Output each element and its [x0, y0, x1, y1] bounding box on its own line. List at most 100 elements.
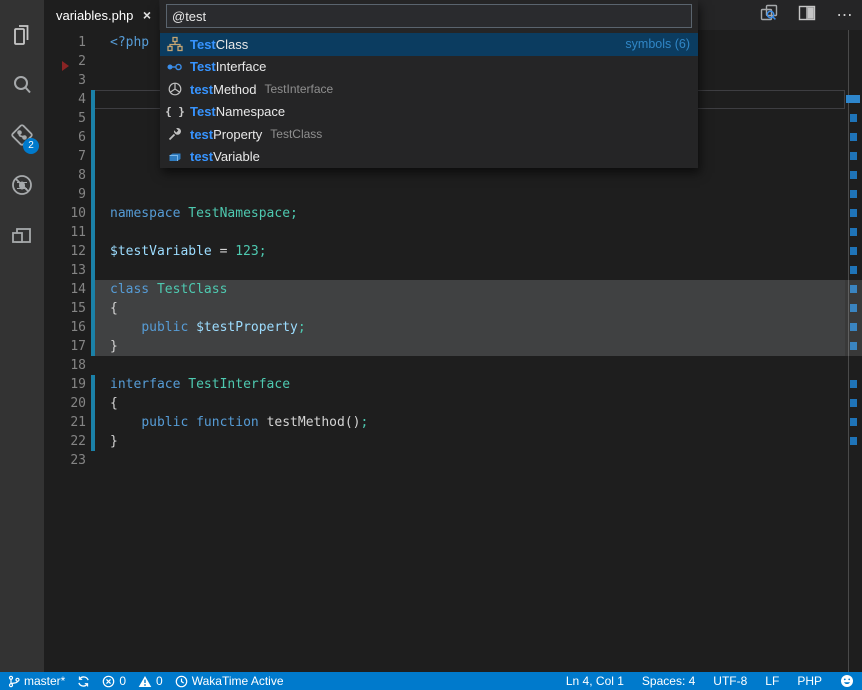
code-line[interactable]: 9	[44, 185, 862, 204]
sidebar-item-search[interactable]	[0, 60, 44, 110]
code-line[interactable]: 23	[44, 451, 862, 470]
line-number[interactable]: 17	[44, 337, 86, 356]
code-line[interactable]: 16 public $testProperty;	[44, 318, 862, 337]
overview-ruler[interactable]	[845, 30, 862, 672]
line-number[interactable]: 2	[44, 52, 86, 71]
ruler-modified-mark	[850, 228, 857, 236]
line-number[interactable]: 18	[44, 356, 86, 375]
split-editor-button[interactable]	[796, 4, 818, 26]
code-line[interactable]: 13	[44, 261, 862, 280]
quick-open-item-testvariable[interactable]: testVariable	[160, 146, 698, 169]
quick-open-item-testclass[interactable]: TestClasssymbols (6)	[160, 33, 698, 56]
open-preview-button[interactable]	[758, 4, 780, 26]
line-number[interactable]: 1	[44, 33, 86, 52]
git-modified-indicator	[91, 356, 95, 375]
wakatime-item[interactable]: WakaTime Active	[175, 674, 284, 688]
code-line[interactable]: 8	[44, 166, 862, 185]
line-number[interactable]: 7	[44, 147, 86, 166]
quick-open-item-testinterface[interactable]: TestInterface	[160, 56, 698, 79]
sync-button[interactable]	[77, 675, 90, 688]
code-line[interactable]: 22}	[44, 432, 862, 451]
git-modified-indicator	[91, 90, 95, 109]
sidebar-item-explorer[interactable]	[0, 10, 44, 60]
close-icon[interactable]: ×	[143, 7, 151, 23]
ruler-modified-mark	[850, 266, 857, 274]
code-line[interactable]: 11	[44, 223, 862, 242]
code-text: public function testMethod();	[110, 413, 368, 432]
symbol-method-icon	[167, 81, 183, 97]
symbol-class-icon	[167, 36, 183, 52]
eol-item[interactable]: LF	[765, 674, 779, 688]
line-number[interactable]: 16	[44, 318, 86, 337]
language-mode-item[interactable]: PHP	[797, 674, 822, 688]
tab-variables-php[interactable]: variables.php ×	[44, 0, 159, 30]
split-editor-icon	[797, 3, 817, 28]
line-number[interactable]: 4	[44, 90, 86, 109]
line-number[interactable]: 20	[44, 394, 86, 413]
git-modified-indicator	[91, 337, 95, 356]
git-modified-indicator	[91, 242, 95, 261]
symbol-description: TestClass	[270, 127, 322, 141]
ruler-modified-mark	[850, 152, 857, 160]
feedback-smiley-button[interactable]	[840, 674, 854, 688]
line-number[interactable]: 19	[44, 375, 86, 394]
line-number[interactable]: 21	[44, 413, 86, 432]
line-number[interactable]: 6	[44, 128, 86, 147]
cursor-position-item[interactable]: Ln 4, Col 1	[566, 674, 624, 688]
search-icon	[9, 72, 35, 98]
quick-open-item-testproperty[interactable]: testPropertyTestClass	[160, 123, 698, 146]
line-number[interactable]: 12	[44, 242, 86, 261]
line-number[interactable]: 23	[44, 451, 86, 470]
line-number[interactable]: 5	[44, 109, 86, 128]
line-number[interactable]: 13	[44, 261, 86, 280]
warning-count: 0	[156, 674, 163, 688]
code-line[interactable]: 21 public function testMethod();	[44, 413, 862, 432]
code-line[interactable]: 15{	[44, 299, 862, 318]
line-number[interactable]: 9	[44, 185, 86, 204]
match-highlight: Test	[190, 37, 216, 52]
code-line[interactable]: 17}	[44, 337, 862, 356]
line-number[interactable]: 14	[44, 280, 86, 299]
quick-open-widget: TestClasssymbols (6)TestInterfacetestMet…	[160, 0, 698, 168]
code-line[interactable]: 10 namespace TestNamespace;	[44, 204, 862, 223]
more-actions-button[interactable]: ⋯	[834, 4, 856, 26]
git-branch-item[interactable]: master*	[8, 674, 65, 688]
code-line[interactable]: 19interface TestInterface	[44, 375, 862, 394]
git-modified-indicator	[91, 128, 95, 147]
more-actions-icon: ⋯	[837, 5, 854, 25]
code-line[interactable]: 20{	[44, 394, 862, 413]
line-number[interactable]: 3	[44, 71, 86, 90]
git-branch-icon	[8, 675, 20, 688]
git-modified-indicator	[91, 451, 95, 470]
encoding-item[interactable]: UTF-8	[713, 674, 747, 688]
quick-open-input[interactable]	[166, 4, 692, 28]
problems-item[interactable]: 0 0	[102, 674, 162, 688]
indentation-item[interactable]: Spaces: 4	[642, 674, 695, 688]
line-number[interactable]: 22	[44, 432, 86, 451]
git-modified-indicator	[91, 375, 95, 394]
code-line[interactable]: 12 $testVariable = 123;	[44, 242, 862, 261]
quick-open-item-testnamespace[interactable]: { }TestNamespace	[160, 101, 698, 124]
symbol-label: Property	[213, 127, 262, 142]
line-number[interactable]: 15	[44, 299, 86, 318]
line-number[interactable]: 10	[44, 204, 86, 223]
git-modified-indicator	[91, 299, 95, 318]
git-modified-indicator	[91, 166, 95, 185]
code-line[interactable]: 18	[44, 356, 862, 375]
ruler-modified-mark	[850, 247, 857, 255]
line-number[interactable]: 11	[44, 223, 86, 242]
ruler-modified-mark	[850, 399, 857, 407]
sidebar-item-extensions[interactable]	[0, 210, 44, 260]
code-text: namespace TestNamespace;	[110, 204, 298, 223]
line-number[interactable]: 8	[44, 166, 86, 185]
sidebar-item-source-control[interactable]: 2	[0, 110, 44, 160]
match-highlight: test	[190, 82, 213, 97]
symbol-namespace-icon: { }	[167, 104, 183, 120]
clock-icon	[175, 675, 188, 688]
sidebar-item-debug[interactable]	[0, 160, 44, 210]
code-line[interactable]: 14class TestClass	[44, 280, 862, 299]
quick-open-item-testmethod[interactable]: testMethodTestInterface	[160, 78, 698, 101]
code-text: $testVariable = 123;	[110, 242, 267, 261]
git-modified-indicator	[91, 261, 95, 280]
git-modified-indicator	[91, 185, 95, 204]
